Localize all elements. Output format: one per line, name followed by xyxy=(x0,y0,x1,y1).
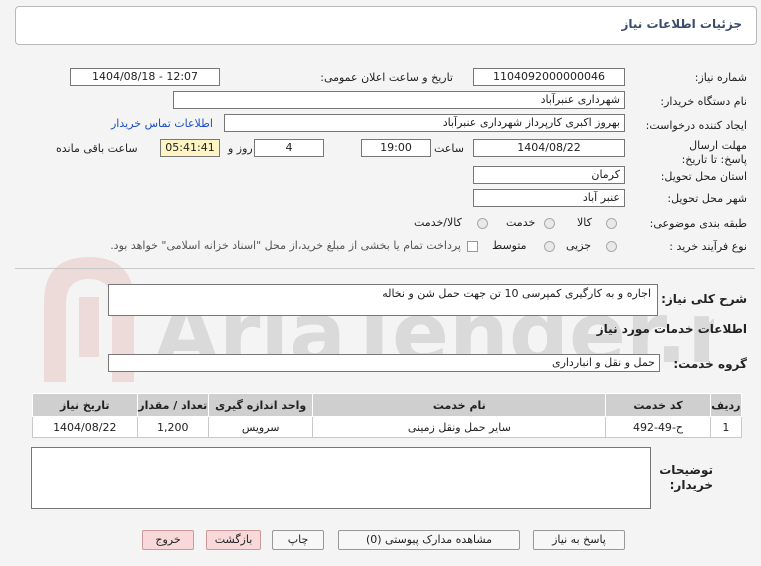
deadline-date-field: 1404/08/22 xyxy=(473,139,625,157)
city-label: شهر محل تحویل: xyxy=(667,192,747,205)
category-goods-radio[interactable] xyxy=(606,218,617,229)
col-header-row-number: ردیف xyxy=(709,393,743,417)
print-button[interactable]: چاپ xyxy=(272,530,324,550)
buyer-notes-textarea[interactable] xyxy=(31,447,651,509)
back-button[interactable]: بازگشت xyxy=(206,530,261,550)
header-panel: جزئیات اطلاعات نیاز xyxy=(15,6,757,45)
announce-label: تاریخ و ساعت اعلان عمومی: xyxy=(320,71,453,84)
col-header-service-code: کد خدمت xyxy=(605,393,711,417)
col-header-service-name: نام خدمت xyxy=(312,393,607,417)
reply-button[interactable]: پاسخ به نیاز xyxy=(533,530,625,550)
cell-quantity: 1,200 xyxy=(136,416,209,438)
buyer-notes-label: توضیحات خریدار: xyxy=(659,463,713,492)
category-service-label: خدمت xyxy=(506,216,536,229)
view-attachments-button[interactable]: مشاهده مدارک پیوستی (0) xyxy=(338,530,520,550)
section-divider xyxy=(15,268,755,269)
category-goods-service-radio[interactable] xyxy=(477,218,488,229)
cell-row-number: 1 xyxy=(709,416,743,438)
cell-unit: سرویس xyxy=(207,416,314,438)
page-title: جزئیات اطلاعات نیاز xyxy=(621,17,742,31)
deadline-time-field: 19:00 xyxy=(361,139,431,157)
buyer-contact-link[interactable]: اطلاعات تماس خریدار xyxy=(111,117,213,130)
exit-button[interactable]: خروج xyxy=(142,530,194,550)
description-label: شرح کلی نیاز: xyxy=(661,292,747,306)
cell-service-code: ح-49-492 xyxy=(605,416,711,438)
province-field: کرمان xyxy=(473,166,625,184)
category-goods-label: کالا xyxy=(577,216,592,229)
table-row: 1 ح-49-492 سایر حمل ونقل زمینی سرویس 1,2… xyxy=(32,416,743,438)
cell-service-name: سایر حمل ونقل زمینی xyxy=(312,416,607,438)
days-label: روز و xyxy=(228,142,253,155)
buyer-org-label: نام دستگاه خریدار: xyxy=(660,95,747,108)
days-field: 4 xyxy=(254,139,324,157)
services-info-title: اطلاعات خدمات مورد نیاز xyxy=(596,322,747,336)
deadline-time-label: ساعت xyxy=(434,142,464,155)
description-textarea[interactable]: اجاره و به کارگیری کمپرسی 10 تن جهت حمل … xyxy=(108,284,658,316)
category-service-radio[interactable] xyxy=(544,218,555,229)
cell-need-date: 1404/08/22 xyxy=(32,416,138,438)
category-goods-service-label: کالا/خدمت xyxy=(414,216,462,229)
requester-field: بهروز اکبری کارپرداز شهرداری عنبرآباد xyxy=(224,114,625,132)
table-header-row: ردیف کد خدمت نام خدمت واحد اندازه گیری ت… xyxy=(32,393,743,417)
treasury-payment-note: پرداخت تمام یا بخشی از مبلغ خرید،از محل … xyxy=(110,239,461,252)
services-table: ردیف کد خدمت نام خدمت واحد اندازه گیری ت… xyxy=(32,393,743,438)
purchase-medium-label: متوسط xyxy=(492,239,527,252)
col-header-quantity: تعداد / مقدار xyxy=(136,393,209,417)
purchase-minor-label: جزیی xyxy=(566,239,592,252)
category-label: طبقه بندی موضوعی: xyxy=(649,217,747,230)
requester-label: ایجاد کننده درخواست: xyxy=(645,119,747,132)
purchase-type-label: نوع فرآیند خرید : xyxy=(669,240,747,253)
col-header-unit: واحد اندازه گیری xyxy=(207,393,314,417)
need-number-field: 1104092000000046 xyxy=(473,68,625,86)
treasury-payment-checkbox[interactable] xyxy=(467,241,478,252)
purchase-minor-radio[interactable] xyxy=(606,241,617,252)
service-group-label: گروه خدمت: xyxy=(673,357,747,371)
remaining-time-field: 05:41:41 xyxy=(160,139,220,157)
announce-field: 1404/08/18 - 12:07 xyxy=(70,68,220,86)
city-field: عنبر آباد xyxy=(473,189,625,207)
remaining-label: ساعت باقی مانده xyxy=(56,142,138,155)
service-group-field: حمل و نقل و انبارداری xyxy=(108,354,660,372)
buyer-org-field: شهرداری عنبرآباد xyxy=(173,91,625,109)
province-label: استان محل تحویل: xyxy=(660,170,747,183)
need-number-label: شماره نیاز: xyxy=(694,71,747,84)
purchase-medium-radio[interactable] xyxy=(544,241,555,252)
col-header-need-date: تاریخ نیاز xyxy=(32,393,138,417)
deadline-label: مهلت ارسال پاسخ: تا تاریخ: xyxy=(681,139,747,166)
